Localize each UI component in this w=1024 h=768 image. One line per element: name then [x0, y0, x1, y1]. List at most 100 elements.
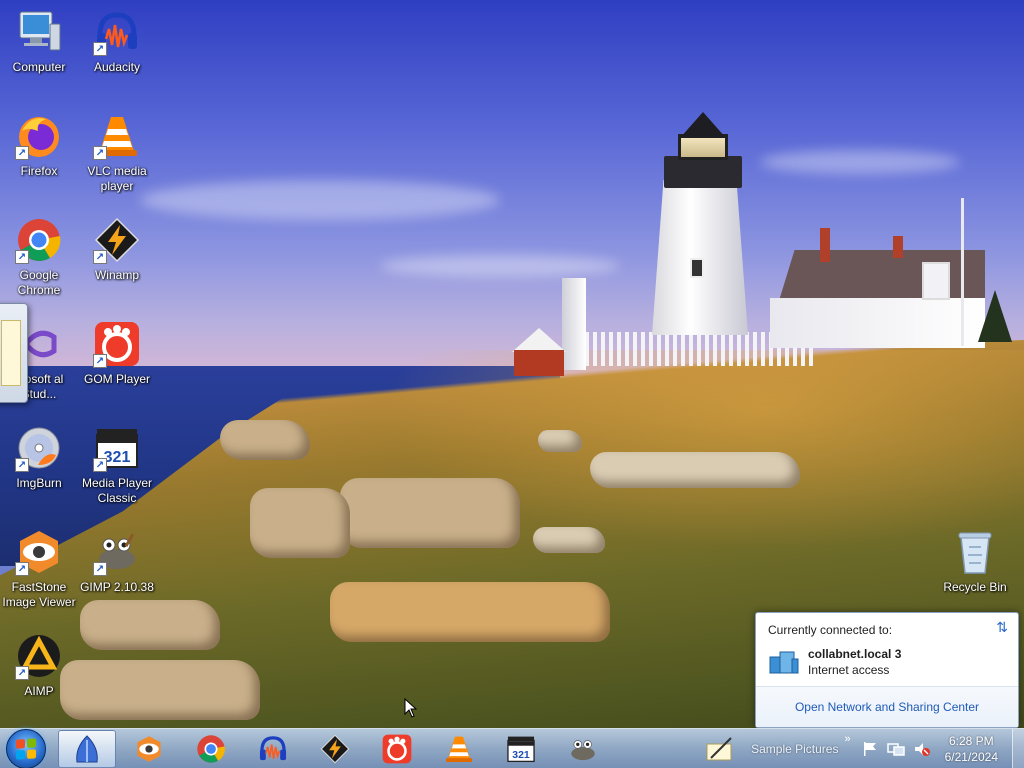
clock-date: 6/21/2024 — [944, 750, 998, 764]
refresh-icon[interactable]: ⇅ — [996, 619, 1008, 636]
faststone-icon: ↗ — [15, 528, 63, 576]
media-player-classic-icon: 321 ↗ — [93, 424, 141, 472]
network-flyout: Currently connected to: ⇅ collabnet.loca… — [755, 612, 1019, 728]
wallpaper-lighthouse-window — [690, 258, 704, 278]
desktop-icon-gom-player[interactable]: ↗ GOM Player — [78, 320, 156, 387]
shortcut-arrow-icon: ↗ — [93, 250, 107, 264]
desktop-icon-gimp[interactable]: ↗ GIMP 2.10.38 — [78, 528, 156, 595]
taskbar-app-media-player-classic[interactable]: 321 — [492, 730, 550, 768]
network-flyout-heading: Currently connected to: — [768, 623, 893, 637]
taskbar-app-faststone[interactable] — [120, 730, 178, 768]
vlc-icon — [444, 734, 474, 764]
desktop-icon-label: GOM Player — [83, 372, 150, 386]
wallpaper-rock — [340, 478, 520, 548]
gom-player-icon: ↗ — [93, 320, 141, 368]
wallpaper-lighthouse-gallery — [664, 156, 742, 188]
wallpaper-flagpole — [961, 198, 964, 346]
notepad-window-edge[interactable] — [0, 303, 28, 403]
taskbar-app-gimp[interactable] — [554, 730, 612, 768]
network-connection[interactable]: collabnet.local 3 Internet access — [768, 647, 1006, 677]
wallpaper-rock — [250, 488, 350, 558]
taskbar-clock[interactable]: 6:28 PM 6/21/2024 — [945, 733, 998, 765]
clock-time: 6:28 PM — [948, 734, 994, 748]
imgburn-icon: ↗ — [15, 424, 63, 472]
shortcut-arrow-icon: ↗ — [15, 146, 29, 160]
desktop-icon-vlc[interactable]: ↗ VLC media player — [78, 112, 156, 194]
volume-muted-icon[interactable] — [913, 740, 931, 758]
blue-shell-icon — [72, 734, 102, 764]
svg-text:321: 321 — [104, 449, 131, 466]
shortcut-arrow-icon: ↗ — [15, 666, 29, 680]
shortcut-arrow-icon: ↗ — [93, 42, 107, 56]
taskbar: 321 Sample Pictures » 6:28 PM 6/21/2024 — [0, 728, 1024, 768]
open-network-sharing-center-link[interactable]: Open Network and Sharing Center — [756, 687, 1018, 727]
taskbar-app-audacity[interactable] — [244, 730, 302, 768]
desktop-icon-label: GIMP 2.10.38 — [80, 580, 154, 594]
desktop-icon-winamp[interactable]: ↗ Winamp — [78, 216, 156, 283]
wallpaper-chimney — [893, 236, 903, 258]
show-desktop-button[interactable] — [1012, 729, 1024, 768]
chrome-icon: ↗ — [15, 216, 63, 264]
chrome-icon — [196, 734, 226, 764]
taskbar-app-gom-player[interactable] — [368, 730, 426, 768]
desktop-icon-recycle-bin[interactable]: Recycle Bin — [936, 528, 1014, 595]
winamp-icon: ↗ — [93, 216, 141, 264]
gimp-icon: ↗ — [93, 528, 141, 576]
taskbar-app-vlc[interactable] — [430, 730, 488, 768]
taskbar-app-chrome[interactable] — [182, 730, 240, 768]
shortcut-arrow-icon: ↗ — [93, 354, 107, 368]
desktop-icon-chrome[interactable]: ↗ Google Chrome — [0, 216, 78, 298]
sample-pictures-toolbar-icon[interactable] — [705, 736, 737, 762]
wallpaper-rock — [538, 430, 582, 452]
system-tray: Sample Pictures » 6:28 PM 6/21/2024 — [705, 729, 1024, 768]
network-flyout-body: Currently connected to: ⇅ collabnet.loca… — [756, 613, 1018, 687]
desktop-icon-faststone[interactable]: ↗ FastStone Image Viewer — [0, 528, 78, 610]
notepad-icon — [1, 320, 21, 386]
desktop-icon-audacity[interactable]: ↗ Audacity — [78, 8, 156, 75]
shortcut-arrow-icon: ↗ — [93, 458, 107, 472]
desktop-icon-label: Recycle Bin — [943, 580, 1007, 594]
desktop-icon-label: Firefox — [20, 164, 58, 178]
media-player-classic-icon: 321 — [506, 734, 536, 764]
desktop-icon-computer[interactable]: Computer — [0, 8, 78, 75]
taskbar-app-blue-shell[interactable] — [58, 729, 116, 768]
wallpaper-rock — [60, 660, 260, 720]
action-center-flag-icon[interactable] — [861, 740, 879, 758]
desktop-icon-firefox[interactable]: ↗ Firefox — [0, 112, 78, 179]
wallpaper-house — [770, 298, 985, 348]
desktop-icon-label: FastStone Image Viewer — [2, 580, 76, 609]
desktop-icon-label: AIMP — [24, 684, 54, 698]
recycle-bin-icon — [951, 528, 999, 576]
desktop-icon-label: Audacity — [93, 60, 141, 74]
wallpaper-rock — [590, 452, 800, 488]
gimp-icon — [568, 734, 598, 764]
wallpaper-rock — [220, 420, 310, 460]
desktop-icon-media-player-classic[interactable]: 321 ↗ Media Player Classic — [78, 424, 156, 506]
vlc-icon: ↗ — [93, 112, 141, 160]
desktop-icon-label: Winamp — [94, 268, 139, 282]
network-tray-icon[interactable] — [886, 740, 905, 758]
desktop-icon-label: Media Player Classic — [81, 476, 153, 505]
firefox-icon: ↗ — [15, 112, 63, 160]
audacity-icon: ↗ — [93, 8, 141, 56]
desktop-icon-imgburn[interactable]: ↗ ImgBurn — [0, 424, 78, 491]
shortcut-arrow-icon: ↗ — [15, 562, 29, 576]
wallpaper-rock — [330, 582, 610, 642]
toolbar-chevron-icon[interactable]: » — [844, 733, 850, 745]
wallpaper-chimney — [820, 228, 830, 262]
aimp-icon: ↗ — [15, 632, 63, 680]
desktop-icon-label: ImgBurn — [16, 476, 62, 490]
start-button[interactable] — [6, 728, 46, 768]
taskbar-app-winamp[interactable] — [306, 730, 364, 768]
wallpaper-cloud — [760, 150, 960, 174]
desktop-icon-aimp[interactable]: ↗ AIMP — [0, 632, 78, 699]
wallpaper-small-tower — [562, 278, 586, 370]
gom-player-icon — [382, 734, 412, 764]
network-name: collabnet.local 3 — [808, 647, 902, 661]
sample-pictures-toolbar-label[interactable]: Sample Pictures — [751, 742, 838, 756]
wallpaper-rock — [80, 600, 220, 650]
desktop-icon-label: Google Chrome — [17, 268, 61, 297]
mouse-cursor-icon — [404, 697, 418, 718]
computer-icon — [15, 8, 63, 56]
domain-network-icon — [768, 649, 800, 675]
